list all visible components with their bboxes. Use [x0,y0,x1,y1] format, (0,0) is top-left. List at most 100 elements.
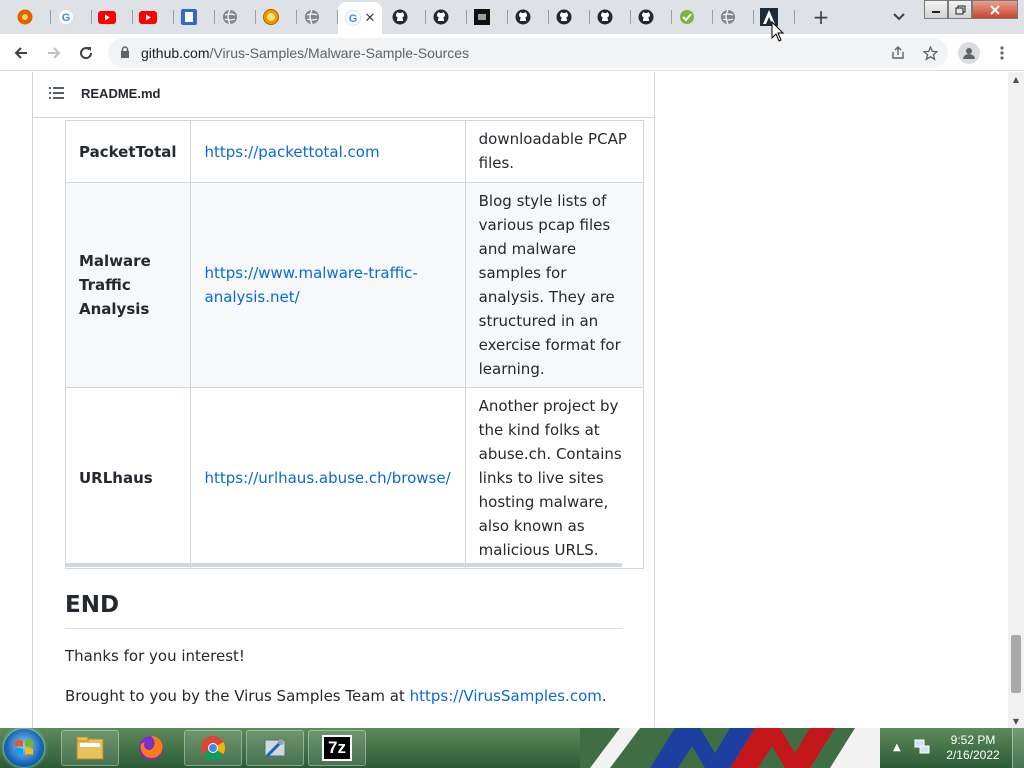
thanks-paragraph: Thanks for you interest! [65,647,245,665]
url-path: /Virus-Samples/Malware-Sample-Sources [209,45,470,61]
globe-icon [221,8,239,26]
browser-tab[interactable] [385,4,426,30]
google-icon: G [344,9,362,27]
globe-icon [303,8,321,26]
taskbar-chrome[interactable] [184,730,242,766]
close-tab-icon[interactable]: ✕ [362,10,378,26]
source-name: Malware Traffic Analysis [65,182,191,388]
forward-button[interactable] [43,42,65,64]
back-button[interactable] [10,42,32,64]
browser-tab[interactable] [467,4,508,30]
table-row: Malware Traffic Analysis https://www.mal… [65,182,644,388]
profile-button[interactable] [958,42,980,64]
mouse-cursor-icon [771,21,785,42]
source-link[interactable]: https://www.malware-traffic-analysis.net… [205,264,418,306]
taskbar-7zip[interactable]: 7z [308,730,366,766]
browser-tab[interactable] [174,4,215,30]
vertical-scrollbar[interactable]: ▲ ▼ [1008,72,1024,728]
google-icon: G [57,8,75,26]
browser-tab[interactable] [297,4,338,30]
7zip-label: 7z [328,738,346,757]
tab-search-button[interactable] [889,7,909,27]
youtube-icon [98,8,116,26]
scroll-up-arrow[interactable]: ▲ [1008,72,1024,86]
browser-tab[interactable] [10,4,51,30]
tab-strip: G G ✕ + [0,0,1024,34]
badge-icon [262,8,280,26]
horizontal-rule [65,563,622,567]
show-hidden-icons-button[interactable]: ▲ [893,742,901,753]
taskbar-tool[interactable] [246,730,304,766]
tab-active[interactable]: G ✕ [338,2,382,34]
address-bar[interactable]: github.com/Virus-Samples/Malware-Sample-… [108,38,948,68]
github-icon [637,8,655,26]
virussamples-link[interactable]: https://VirusSamples.com [410,687,602,705]
browser-tab[interactable] [92,4,133,30]
table-of-contents-icon[interactable] [49,86,65,100]
readme-header: README.md [33,72,654,118]
github-icon [555,8,573,26]
browser-tab[interactable] [256,4,297,30]
browser-tab[interactable] [133,4,174,30]
svg-text:G: G [349,13,358,25]
source-description: downloadable PCAP files. [464,120,644,183]
source-link[interactable]: https://urlhaus.abuse.ch/browse/ [205,469,451,487]
url-text[interactable]: github.com/Virus-Samples/Malware-Sample-… [141,45,469,61]
page-viewport[interactable]: README.md PacketTotal https://packettota… [0,72,1008,728]
source-description: Blog style lists of various pcap files a… [464,182,644,388]
source-name: PacketTotal [65,120,191,183]
bookmark-star-button[interactable] [920,43,940,63]
share-button[interactable] [888,43,908,63]
browser-tab[interactable] [549,4,590,30]
browser-tab[interactable] [672,4,713,30]
minimize-icon [932,10,940,13]
browser-menu-button[interactable] [994,42,1010,64]
close-icon [990,4,1000,15]
browser-tab[interactable] [631,4,672,30]
browser-tab[interactable] [426,4,467,30]
source-link[interactable]: https://packettotal.com [205,143,380,161]
globe-icon [719,8,737,26]
source-link-cell: https://packettotal.com [189,120,466,183]
github-icon [432,8,450,26]
7zip-icon: 7z [322,735,352,761]
green-app-icon [678,8,696,26]
clock-date: 2/16/2022 [946,748,1000,762]
restore-button[interactable] [948,0,972,19]
browser-tab[interactable] [713,4,754,30]
sources-table: PacketTotal https://packettotal.com down… [65,120,644,569]
table-row: PacketTotal https://packettotal.com down… [65,120,644,183]
new-tab-button[interactable]: + [809,5,833,29]
forward-arrow-icon [48,47,61,59]
system-clock[interactable]: 9:52 PM 2/16/2022 [938,733,1008,763]
browser-tab[interactable] [508,4,549,30]
scrollbar-thumb[interactable] [1011,635,1021,693]
restore-icon [955,5,965,14]
reload-button[interactable] [75,42,97,64]
close-window-button[interactable] [972,0,1018,19]
taskbar-explorer[interactable] [61,730,119,766]
plus-icon: + [812,5,830,29]
browser-tab[interactable]: G [51,4,92,30]
dark-app-icon [473,8,491,26]
taskbar-firefox[interactable] [122,730,180,766]
start-button[interactable] [4,729,44,767]
show-desktop-button[interactable] [1012,728,1024,768]
browser-tab[interactable] [590,4,631,30]
chevron-down-icon [893,13,905,21]
minimize-button[interactable] [924,0,948,19]
scroll-down-arrow[interactable]: ▼ [1008,714,1024,728]
utility-app-icon [264,738,286,758]
section-heading: END [65,592,120,618]
reload-icon [80,47,93,60]
heading-divider [65,628,622,629]
more-vertical-icon [1000,46,1004,60]
windows-taskbar: 7z ▲ 9:52 PM 2/16/2022 [0,728,1024,768]
chrome-icon [200,736,226,761]
source-description: Another project by the kind folks at abu… [464,387,644,569]
readme-filename: README.md [81,86,161,101]
browser-tab[interactable] [215,4,256,30]
credits-text: Brought to you by the Virus Samples Team… [65,687,410,705]
network-icon[interactable] [914,738,930,756]
source-link-cell: https://www.malware-traffic-analysis.net… [189,182,466,388]
